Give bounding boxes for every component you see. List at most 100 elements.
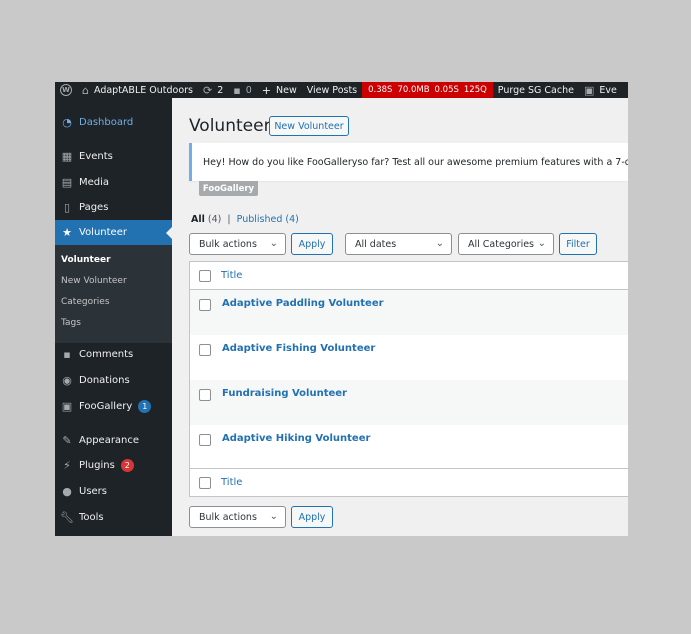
title-column-header[interactable]: Title	[221, 270, 242, 281]
sidebar-item-events[interactable]: ▦ Events	[55, 143, 172, 169]
events-link[interactable]: ▣ Eve	[579, 82, 622, 98]
admin-sidebar: ◔ Dashboard ▦ Events ▤ Media ▯ Pages ★ V…	[55, 98, 172, 536]
select-all-checkbox[interactable]	[199, 270, 211, 282]
foogallery-badge: 1	[138, 399, 152, 413]
perf-memory: 70.0MB	[397, 85, 430, 95]
calendar-icon: ▦	[61, 149, 73, 163]
sidebar-item-label: Volunteer	[79, 227, 127, 238]
sidebar-item-users[interactable]: ● Users	[55, 478, 172, 504]
row-title-link[interactable]: Adaptive Paddling Volunteer	[222, 298, 384, 309]
apply-button-top[interactable]: Apply	[291, 233, 333, 255]
sidebar-item-comments[interactable]: ▪ Comments	[55, 341, 172, 367]
perf-queries: 125Q	[463, 85, 487, 95]
bulk-actions-value: Bulk actions	[199, 238, 257, 250]
table-row: Adaptive Hiking Volunteer	[190, 425, 628, 470]
sidebar-item-media[interactable]: ▤ Media	[55, 169, 172, 195]
main-content: Volunteer New Volunteer Hey! How do you …	[172, 98, 628, 536]
brush-icon: ✎	[62, 433, 72, 447]
wp-admin-window: W ⌂ AdaptABLE Outdoors ⟳ 2 ▪ 0 + New Vie…	[55, 82, 628, 536]
wordpress-menu[interactable]: W	[55, 82, 77, 98]
table-footer: Title	[190, 468, 628, 496]
notice-text-suffix: so far? Test all our awesome premium fea…	[357, 156, 628, 168]
filter-published[interactable]: Published	[237, 214, 283, 225]
sidebar-item-appearance[interactable]: ✎ Appearance	[55, 427, 172, 453]
comment-icon: ▪	[233, 83, 241, 97]
bulk-actions-select-bottom[interactable]: Bulk actions ⌄	[189, 506, 286, 528]
sidebar-item-label: Appearance	[79, 434, 140, 446]
categories-value: All Categories	[468, 238, 535, 250]
sidebar-item-foogallery[interactable]: ▣ FooGallery 1	[55, 393, 172, 419]
plugins-badge: 2	[120, 458, 134, 472]
posts-table: Title Adaptive Paddling Volunteer Adapti…	[189, 261, 628, 497]
table-row: Fundraising Volunteer	[190, 380, 628, 425]
chevron-down-icon: ⌄	[537, 238, 546, 249]
pages-icon: ▯	[63, 200, 71, 214]
dates-select[interactable]: All dates ⌄	[345, 233, 452, 255]
notice-text-prefix: Hey! How do you like	[203, 156, 304, 168]
categories-select[interactable]: All Categories ⌄	[458, 233, 554, 255]
sidebar-item-label: Users	[79, 485, 108, 497]
calendar-icon: ▣	[583, 83, 595, 97]
new-content-link[interactable]: + New	[257, 82, 302, 98]
row-title-link[interactable]: Adaptive Hiking Volunteer	[222, 433, 370, 444]
chevron-down-icon: ⌄	[269, 511, 278, 522]
row-checkbox[interactable]	[199, 434, 211, 446]
plus-icon: +	[261, 83, 271, 97]
status-filters: All (4) | Published (4)	[191, 214, 299, 225]
row-title-link[interactable]: Adaptive Fishing Volunteer	[222, 343, 375, 354]
new-label: New	[276, 84, 297, 96]
comments-count: 0	[245, 84, 252, 96]
query-monitor-stats[interactable]: 0.38S 70.0MB 0.05S 125Q	[362, 82, 493, 98]
row-checkbox[interactable]	[199, 344, 211, 356]
view-posts-label: View Posts	[306, 84, 358, 96]
sidebar-item-plugins[interactable]: ⚡ Plugins 2	[55, 452, 172, 478]
bulk-actions-select-top[interactable]: Bulk actions ⌄	[189, 233, 286, 255]
sidebar-item-label: FooGallery	[79, 400, 133, 412]
notice-brand-link[interactable]: FooGallery	[307, 157, 358, 168]
updates-link[interactable]: ⟳ 2	[198, 82, 228, 98]
gallery-icon: ▣	[61, 399, 73, 413]
site-name: AdaptABLE Outdoors	[93, 84, 193, 96]
row-checkbox[interactable]	[199, 389, 211, 401]
sidebar-item-dashboard[interactable]: ◔ Dashboard	[55, 109, 172, 135]
wordpress-logo-icon: W	[60, 84, 72, 96]
submenu-item-new-volunteer[interactable]: New Volunteer	[61, 276, 127, 286]
dates-value: All dates	[355, 238, 397, 250]
sidebar-item-label: Media	[79, 176, 110, 188]
media-icon: ▤	[61, 175, 73, 189]
page-title: Volunteer	[189, 116, 271, 136]
donation-icon: ◉	[62, 373, 72, 387]
filter-separator: |	[227, 214, 231, 225]
updates-count: 2	[217, 84, 224, 96]
sidebar-item-label: Events	[79, 150, 113, 162]
star-icon: ★	[62, 226, 72, 239]
filter-button[interactable]: Filter	[559, 233, 597, 255]
apply-button-bottom[interactable]: Apply	[291, 506, 333, 528]
plugin-icon: ⚡	[63, 458, 71, 472]
sidebar-item-pages[interactable]: ▯ Pages	[55, 194, 172, 220]
table-row: Adaptive Fishing Volunteer	[190, 335, 628, 380]
filter-published-count: (4)	[285, 214, 299, 225]
sidebar-item-volunteer[interactable]: ★ Volunteer	[55, 220, 172, 245]
purge-cache-link[interactable]: Purge SG Cache	[493, 82, 579, 98]
bulk-actions-value: Bulk actions	[199, 511, 257, 523]
volunteer-submenu: Volunteer New Volunteer Categories Tags	[55, 245, 172, 343]
row-checkbox[interactable]	[199, 299, 211, 311]
refresh-icon: ⟳	[203, 83, 213, 97]
select-all-checkbox-footer[interactable]	[199, 477, 211, 489]
submenu-item-tags[interactable]: Tags	[61, 318, 81, 328]
row-title-link[interactable]: Fundraising Volunteer	[222, 388, 347, 399]
filter-all[interactable]: All	[191, 214, 205, 225]
sidebar-item-label: Tools	[79, 511, 104, 523]
title-column-footer[interactable]: Title	[221, 477, 242, 488]
filter-all-count: (4)	[207, 214, 222, 225]
new-volunteer-button[interactable]: New Volunteer	[269, 116, 349, 136]
site-name-link[interactable]: ⌂ AdaptABLE Outdoors	[77, 82, 198, 98]
sidebar-item-label: Dashboard	[79, 116, 134, 128]
sidebar-item-tools[interactable]: 🔧︎ Tools	[55, 504, 172, 530]
sidebar-item-donations[interactable]: ◉ Donations	[55, 367, 172, 393]
submenu-item-categories[interactable]: Categories	[61, 297, 110, 307]
submenu-item-volunteer[interactable]: Volunteer	[61, 255, 111, 265]
view-posts-link[interactable]: View Posts	[302, 82, 362, 98]
comments-link[interactable]: ▪ 0	[228, 82, 257, 98]
